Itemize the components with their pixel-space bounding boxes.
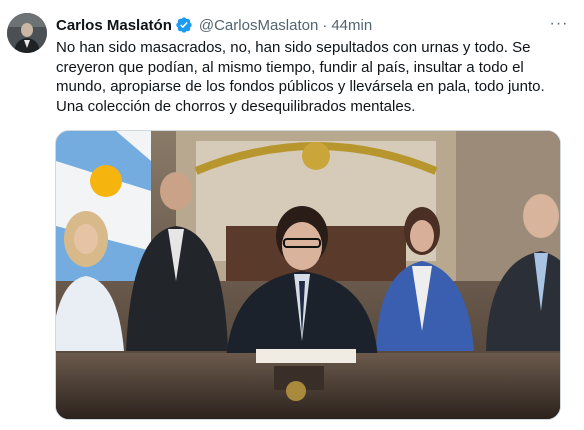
avatar[interactable] <box>7 13 47 53</box>
separator-dot: · <box>322 16 328 34</box>
more-options-icon[interactable]: ··· <box>549 14 569 34</box>
tweet-header: Carlos Maslatón @CarlosMaslaton · 44min <box>56 14 544 36</box>
tweet-text: No han sido masacrados, no, han sido sep… <box>56 39 545 115</box>
verified-badge-icon <box>175 16 193 34</box>
tweet[interactable]: Carlos Maslatón @CarlosMaslaton · 44min … <box>0 0 584 430</box>
author-handle[interactable]: @CarlosMaslaton <box>199 17 318 34</box>
tweet-media-image[interactable] <box>55 130 561 420</box>
media-photo <box>56 131 560 419</box>
author-name[interactable]: Carlos Maslatón <box>56 17 172 34</box>
timestamp[interactable]: 44min <box>331 17 372 34</box>
